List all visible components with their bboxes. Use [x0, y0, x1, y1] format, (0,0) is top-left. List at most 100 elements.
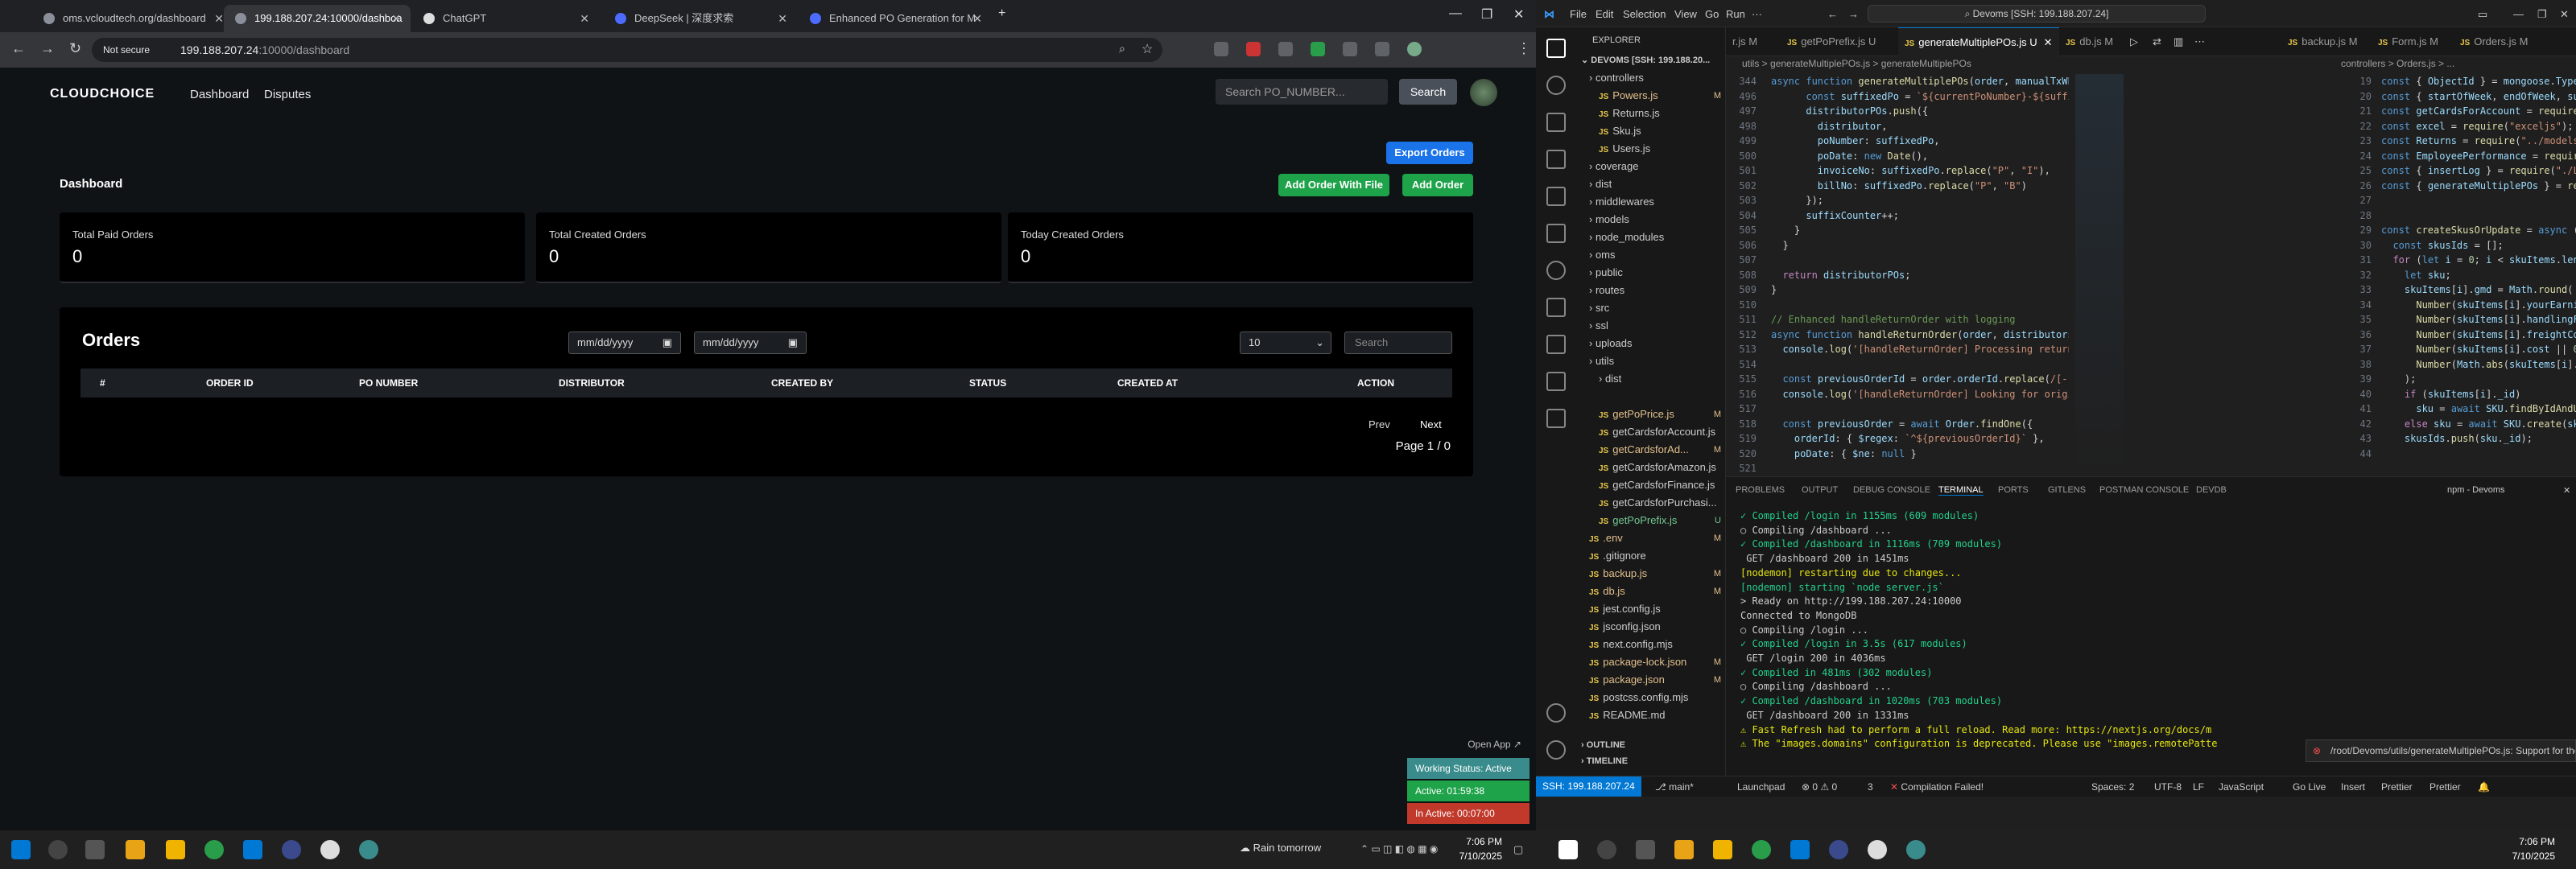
calendar-icon[interactable]: ▣	[788, 332, 798, 353]
sidepanel-icon[interactable]	[1375, 42, 1389, 56]
panel-tab-output[interactable]: OUTPUT	[1802, 485, 1838, 495]
split-editor-icon[interactable]: ▥	[2174, 35, 2183, 48]
tree-file[interactable]: JS README.md	[1576, 706, 1726, 724]
prev-page-button[interactable]: Prev	[1368, 418, 1390, 430]
tray-icons[interactable]: ⌃ ▭ ◫ ◧ ◍ ▦ ◉	[1360, 843, 1438, 855]
launchpad-item[interactable]: Launchpad	[1737, 781, 1785, 793]
tree-file[interactable]: JS getPoPrice.js M	[1576, 406, 1726, 423]
close-icon[interactable]: ✕	[2044, 36, 2053, 48]
extensions-puzzle-icon[interactable]	[1343, 42, 1357, 56]
nav-disputes[interactable]: Disputes	[264, 88, 311, 101]
gitlens-icon[interactable]	[1546, 261, 1566, 280]
prettier-status-2[interactable]: Prettier	[2429, 781, 2461, 793]
windows-start-icon[interactable]	[11, 840, 31, 859]
bookmark-star-icon[interactable]: ☆	[1141, 41, 1153, 57]
close-icon[interactable]: ✕	[778, 5, 787, 32]
vscode-icon[interactable]	[243, 840, 262, 859]
weather-widget[interactable]: ☁ Rain tomorrow	[1240, 842, 1321, 855]
extension-icon[interactable]	[1246, 42, 1261, 56]
tree-file[interactable]: JS getCardsforPurchasi...	[1576, 494, 1726, 512]
breadcrumb[interactable]: utils > generateMultiplePOs.js > generat…	[1742, 58, 1971, 69]
tree-folder[interactable]: › coverage	[1576, 158, 1726, 175]
postman-icon[interactable]	[1546, 298, 1566, 317]
tree-folder[interactable]: › dist	[1576, 370, 1726, 388]
browser-tab[interactable]: Enhanced PO Generation for M ✕	[799, 5, 992, 32]
docker-icon[interactable]	[1546, 409, 1566, 428]
tree-folder[interactable]: › routes	[1576, 282, 1726, 299]
close-icon[interactable]: ✕	[391, 5, 401, 32]
git-branch[interactable]: ⎇ main*	[1655, 781, 1694, 793]
page-size-select[interactable]: 10 ⌄	[1240, 332, 1331, 354]
maximize-icon[interactable]: ❐	[1481, 6, 1492, 23]
windows-start-icon[interactable]	[1558, 840, 1578, 859]
clock-date[interactable]: 7/10/2025	[2502, 850, 2555, 862]
tree-file[interactable]: JS postcss.config.mjs	[1576, 689, 1726, 706]
indentation[interactable]: Spaces: 2	[2091, 781, 2134, 793]
editor-tab[interactable]: JS backup.js M	[2281, 27, 2370, 56]
tree-file[interactable]: JS getPoPrefix.js U	[1576, 512, 1726, 529]
orders-search-input[interactable]: Search	[1344, 332, 1452, 354]
clock-time[interactable]: 7:06 PM	[2510, 836, 2555, 847]
panel-tab-gitlens[interactable]: GITLENS	[2048, 485, 2086, 495]
tree-file[interactable]: JS .gitignore	[1576, 547, 1726, 565]
explorer-icon[interactable]	[1546, 39, 1566, 58]
close-icon[interactable]: ✕	[972, 5, 982, 32]
panel-tab-ports[interactable]: PORTS	[1998, 485, 2029, 495]
compare-icon[interactable]: ⇄	[2153, 35, 2161, 48]
add-order-with-file-button[interactable]: Add Order With File	[1278, 174, 1389, 196]
app-icon[interactable]	[1829, 840, 1848, 859]
menu-run[interactable]: Run	[1726, 8, 1745, 20]
tree-file[interactable]: JS Returns.js	[1576, 105, 1726, 122]
tree-file[interactable]: JS getCardsforFinance.js	[1576, 476, 1726, 494]
forward-icon[interactable]: →	[40, 40, 55, 57]
window-close-icon[interactable]: ✕	[1513, 6, 1524, 23]
tree-folder[interactable]: › middlewares	[1576, 193, 1726, 211]
menu-selection[interactable]: Selection	[1623, 8, 1666, 20]
task-view-icon[interactable]	[85, 840, 105, 859]
tree-folder[interactable]: › public	[1576, 264, 1726, 282]
search-icon[interactable]	[48, 840, 68, 859]
tree-file[interactable]: JS package.json M	[1576, 671, 1726, 689]
tree-file[interactable]: JS .env M	[1576, 529, 1726, 547]
browser-tab[interactable]: ChatGPT ✕	[412, 5, 599, 32]
timeline-section[interactable]: › TIMELINE	[1581, 756, 1628, 766]
close-panel-icon[interactable]: ✕	[2563, 485, 2570, 496]
editor-tab[interactable]: JS Form.js M	[2372, 27, 2452, 56]
po-search-button[interactable]: Search	[1399, 79, 1457, 105]
run-icon[interactable]: ▷	[2130, 35, 2138, 48]
account-icon[interactable]	[1546, 703, 1566, 723]
close-icon[interactable]: ✕	[580, 5, 589, 32]
not-secure-label[interactable]: Not secure	[103, 38, 150, 62]
tree-folder[interactable]: › utils	[1576, 352, 1726, 370]
run-debug-icon[interactable]	[1546, 150, 1566, 169]
menu-edit[interactable]: Edit	[1596, 8, 1613, 20]
go-live[interactable]: Go Live	[2293, 781, 2326, 793]
chrome-icon[interactable]	[1752, 840, 1771, 859]
editor-tab[interactable]: JS getPoPrefix.js U	[1781, 27, 1898, 56]
task-view-icon[interactable]	[1636, 840, 1655, 859]
tree-folder[interactable]: › src	[1576, 299, 1726, 317]
tree-folder[interactable]: › models	[1576, 211, 1726, 229]
terminal-output[interactable]: ✓ Compiled /login in 1155ms (609 modules…	[1740, 509, 2217, 752]
extension-icon[interactable]	[1214, 42, 1228, 56]
tree-file[interactable]: JS Sku.js	[1576, 122, 1726, 140]
editor-tab[interactable]: JS Orders.js M	[2454, 27, 2537, 56]
browser-tab[interactable]: oms.vcloudtech.org/dashboard ✕	[32, 5, 233, 32]
compile-status[interactable]: ✕ Compilation Failed!	[1890, 781, 1984, 793]
timeline-icon[interactable]	[1546, 372, 1566, 391]
extension-icon[interactable]	[1311, 42, 1325, 56]
back-icon[interactable]: ←	[1827, 8, 1838, 20]
notification-icon[interactable]: ▢	[1513, 843, 1523, 856]
panel-tab-debug-console[interactable]: DEBUG CONSOLE	[1853, 485, 1930, 495]
tree-folder[interactable]: › dist	[1576, 175, 1726, 193]
notifications-bell-icon[interactable]: 🔔	[2478, 781, 2490, 793]
close-icon[interactable]: ✕	[214, 5, 224, 32]
panel-tab-terminal[interactable]: TERMINAL	[1938, 485, 1984, 496]
insert-mode[interactable]: Insert	[2341, 781, 2365, 793]
notification-toast[interactable]: ⊗ /root/Devoms/utils/generateMultiplePOs.…	[2306, 739, 2576, 762]
tree-folder[interactable]: › controllers	[1576, 69, 1726, 87]
add-order-button[interactable]: Add Order	[1402, 174, 1473, 196]
tree-file[interactable]: JS jest.config.js	[1576, 600, 1726, 618]
command-center[interactable]: ⌕ Devoms [SSH: 199.188.207.24]	[1868, 5, 2206, 23]
calendar-icon[interactable]: ▣	[663, 332, 672, 353]
